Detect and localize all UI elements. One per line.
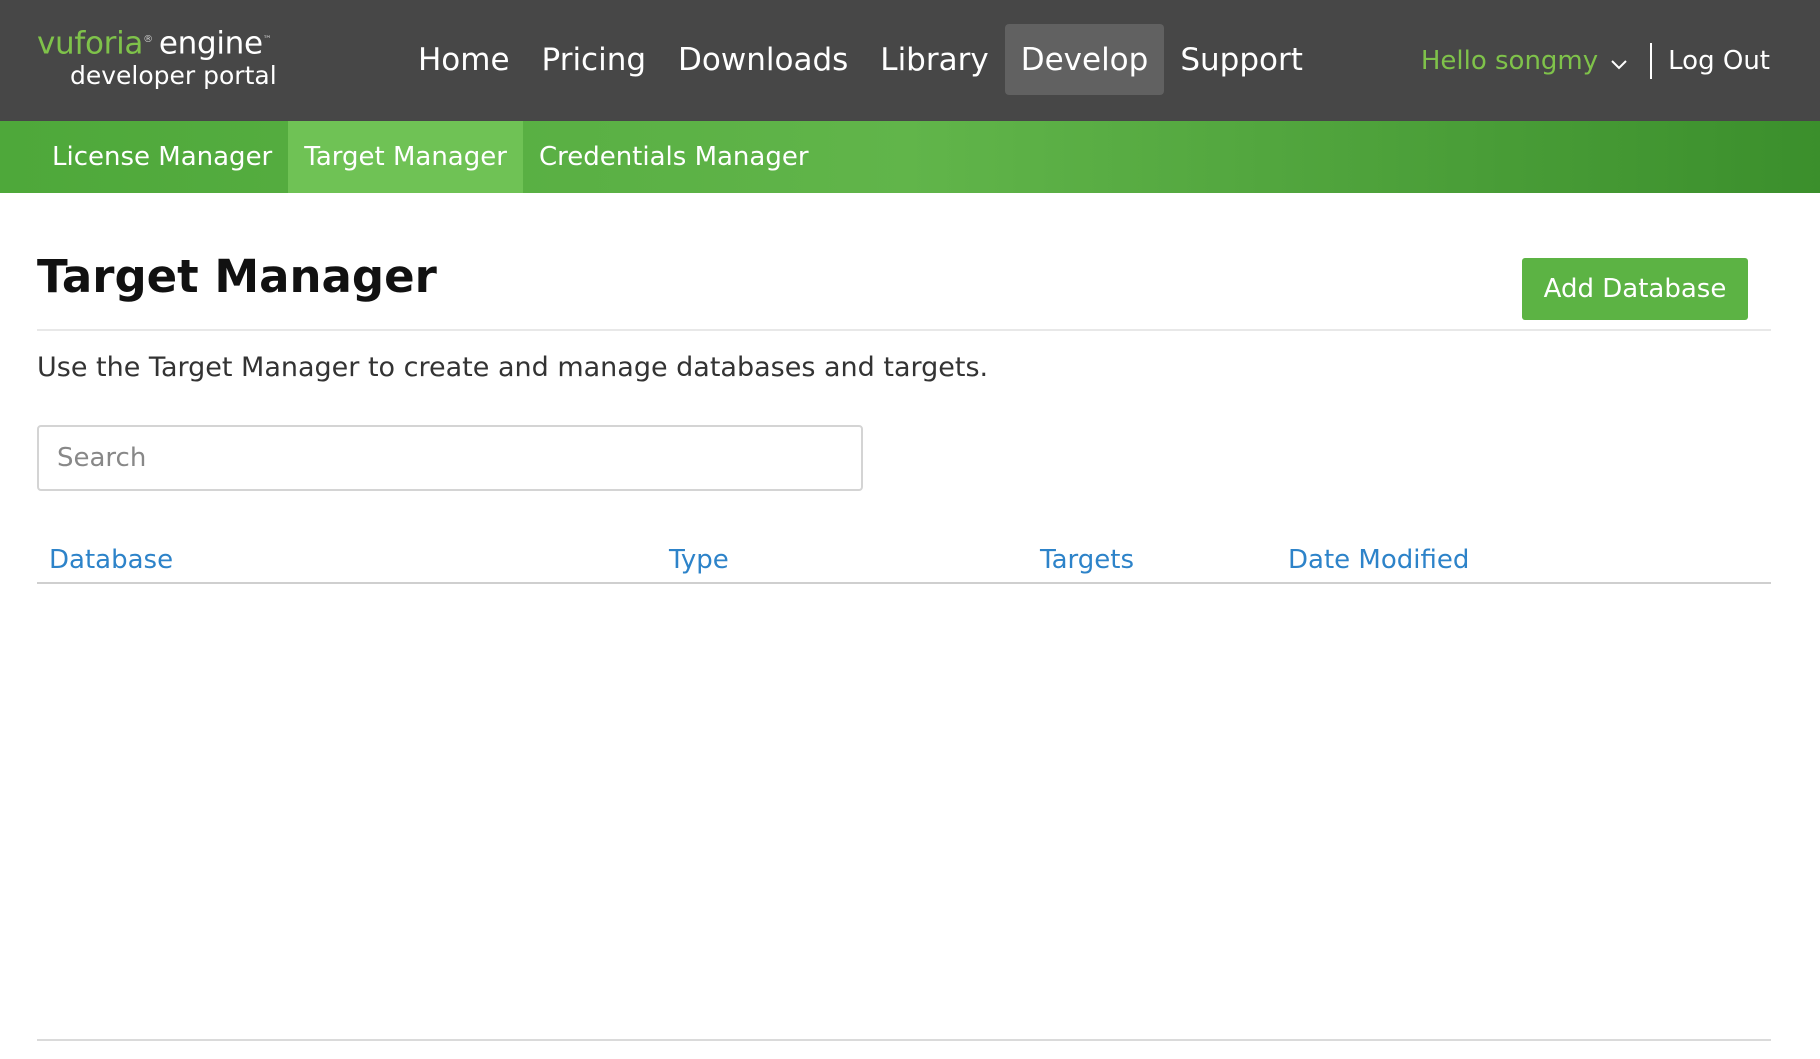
- logo-brand: vuforia: [37, 25, 144, 62]
- vuforia-logo[interactable]: vuforia® engine™ developer portal: [37, 22, 277, 91]
- nav-pricing[interactable]: Pricing: [526, 24, 663, 95]
- page-title: Target Manager: [37, 250, 437, 303]
- title-divider: [37, 329, 1771, 331]
- page-description: Use the Target Manager to create and man…: [37, 352, 989, 383]
- column-header-database[interactable]: Database: [49, 545, 173, 575]
- column-header-date-modified[interactable]: Date Modified: [1288, 545, 1469, 575]
- user-area: Hello songmy Log Out: [1421, 38, 1770, 84]
- logo-product: engine: [158, 25, 263, 62]
- search-input[interactable]: [37, 425, 863, 491]
- table-header-divider: [37, 582, 1771, 584]
- column-header-type[interactable]: Type: [669, 545, 729, 575]
- logo-registered-mark: ®: [143, 34, 153, 45]
- sub-navigation-bar: License Manager Target Manager Credentia…: [0, 121, 1820, 193]
- logo-wordmark: vuforia® engine™: [37, 22, 277, 61]
- logo-trademark: ™: [262, 35, 272, 45]
- top-navigation-bar: vuforia® engine™ developer portal Home Pr…: [0, 0, 1820, 121]
- nav-library[interactable]: Library: [864, 24, 1004, 95]
- chevron-down-icon[interactable]: [1610, 55, 1628, 73]
- subnav-license-manager[interactable]: License Manager: [0, 121, 288, 193]
- subnav-credentials-manager[interactable]: Credentials Manager: [523, 121, 825, 193]
- table-bottom-divider: [37, 1039, 1771, 1041]
- nav-support[interactable]: Support: [1164, 24, 1319, 95]
- main-nav: Home Pricing Downloads Library Develop S…: [402, 24, 1319, 95]
- column-header-targets[interactable]: Targets: [1040, 545, 1134, 575]
- nav-home[interactable]: Home: [402, 24, 526, 95]
- nav-downloads[interactable]: Downloads: [662, 24, 864, 95]
- nav-develop[interactable]: Develop: [1004, 24, 1165, 95]
- subnav-target-manager[interactable]: Target Manager: [288, 121, 523, 193]
- logout-link[interactable]: Log Out: [1668, 46, 1770, 76]
- user-menu-greeting[interactable]: Hello songmy: [1421, 46, 1598, 76]
- nav-divider: [1650, 43, 1653, 79]
- logo-subtitle: developer portal: [70, 61, 277, 91]
- add-database-button[interactable]: Add Database: [1522, 258, 1748, 320]
